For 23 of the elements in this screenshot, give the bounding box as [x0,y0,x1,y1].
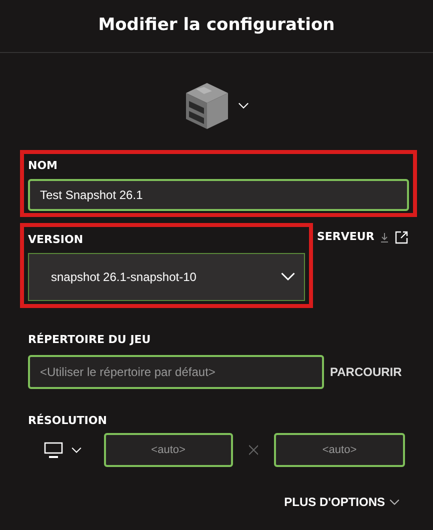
browse-button[interactable]: PARCOURIR [330,362,402,380]
window-title: Modifier la configuration [98,14,335,38]
field-label: RÉPERTOIRE DU JEU [28,332,152,348]
chevron-down-icon [71,446,82,454]
input-field[interactable]: Test Snapshot 26.1 [28,178,409,210]
version-dropdown[interactable]: snapshot 26.1-snapshot-10 [28,253,305,301]
chevron-down-icon [389,498,400,506]
field-label: VERSION [28,232,84,248]
more-options-button[interactable]: PLUS D'OPTIONS [284,493,400,511]
directory-field[interactable]: <Utiliser le répertoire par défaut> [28,354,324,388]
download-icon [380,232,390,242]
icon-picker[interactable] [184,81,249,131]
chevron-down-icon [238,102,249,110]
external-link-icon[interactable] [395,231,408,244]
field-label: RÉSOLUTION [28,412,108,428]
server-link[interactable]: SERVEUR [317,229,374,246]
times-icon [248,445,258,455]
chevron-down-icon [280,272,296,282]
furnace-block-icon [184,81,230,131]
height-field[interactable]: <auto> [274,433,405,467]
field-label: NOM [28,158,59,174]
width-field[interactable]: <auto> [104,433,233,467]
monitor-icon [44,442,63,458]
